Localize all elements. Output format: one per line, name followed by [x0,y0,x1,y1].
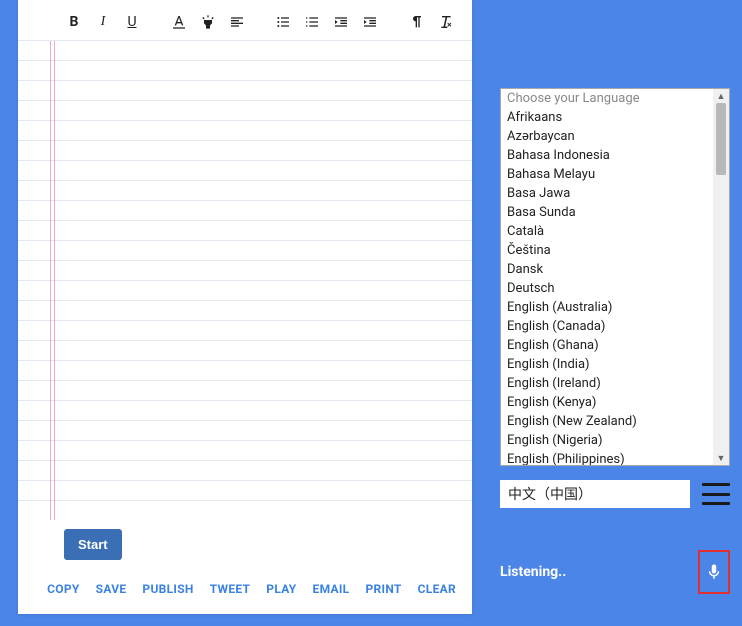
scroll-up-icon[interactable]: ▲ [713,89,729,103]
scroll-thumb[interactable] [716,103,726,175]
save-button[interactable]: SAVE [96,582,127,596]
language-option[interactable]: Bahasa Indonesia [501,146,713,165]
paper-area[interactable] [18,40,472,520]
status-text: Listening.. [500,564,566,580]
status-row: Listening.. [500,550,730,594]
margin-line [54,41,55,520]
bold-icon[interactable]: B [66,14,82,30]
language-option[interactable]: English (Kenya) [501,393,713,412]
language-option[interactable]: English (New Zealand) [501,412,713,431]
email-button[interactable]: EMAIL [313,582,350,596]
toolbar: B I U [18,0,472,40]
language-option[interactable]: English (Ireland) [501,374,713,393]
language-option[interactable]: English (Philippines) [501,450,713,465]
current-language[interactable]: 中文（中国） [500,480,690,508]
indent-increase-icon[interactable] [362,14,378,30]
current-language-row: 中文（中国） [500,480,730,508]
number-list-icon[interactable] [304,14,320,30]
clear-format-icon[interactable] [438,14,454,30]
language-option[interactable]: English (India) [501,355,713,374]
margin-line [50,41,51,520]
language-option[interactable]: Català [501,222,713,241]
text-color-icon[interactable] [171,14,187,30]
right-panel: Choose your Language Afrikaans Azərbayca… [472,0,742,626]
language-option[interactable]: English (Ghana) [501,336,713,355]
paragraph-direction-icon[interactable] [409,14,425,30]
clear-button[interactable]: CLEAR [418,582,456,596]
language-option[interactable]: Afrikaans [501,108,713,127]
microphone-icon [705,560,723,584]
language-placeholder: Choose your Language [501,89,713,108]
language-option[interactable]: Basa Sunda [501,203,713,222]
language-list: Choose your Language Afrikaans Azərbayca… [501,89,713,465]
italic-icon[interactable]: I [95,14,111,30]
language-option[interactable]: English (Australia) [501,298,713,317]
underline-icon[interactable]: U [124,14,140,30]
action-row: COPY SAVE PUBLISH TWEET PLAY EMAIL PRINT… [47,582,456,596]
language-option[interactable]: Deutsch [501,279,713,298]
language-option[interactable]: Dansk [501,260,713,279]
highlight-icon[interactable] [200,14,216,30]
start-button[interactable]: Start [64,529,122,560]
microphone-button[interactable] [698,550,730,594]
bullet-list-icon[interactable] [275,14,291,30]
language-option[interactable]: Azərbaycan [501,127,713,146]
play-button[interactable]: PLAY [266,582,296,596]
print-button[interactable]: PRINT [365,582,401,596]
editor-panel: B I U [18,0,472,614]
scroll-down-icon[interactable]: ▼ [713,451,729,465]
menu-icon[interactable] [702,483,730,505]
language-option[interactable]: English (Canada) [501,317,713,336]
language-option[interactable]: Bahasa Melayu [501,165,713,184]
align-icon[interactable] [229,14,245,30]
tweet-button[interactable]: TWEET [210,582,251,596]
scrollbar[interactable]: ▲ ▼ [713,89,729,465]
language-option[interactable]: Basa Jawa [501,184,713,203]
publish-button[interactable]: PUBLISH [142,582,193,596]
language-option[interactable]: English (Nigeria) [501,431,713,450]
language-select[interactable]: Choose your Language Afrikaans Azərbayca… [500,88,730,466]
language-option[interactable]: Čeština [501,241,713,260]
copy-button[interactable]: COPY [47,582,80,596]
indent-decrease-icon[interactable] [333,14,349,30]
